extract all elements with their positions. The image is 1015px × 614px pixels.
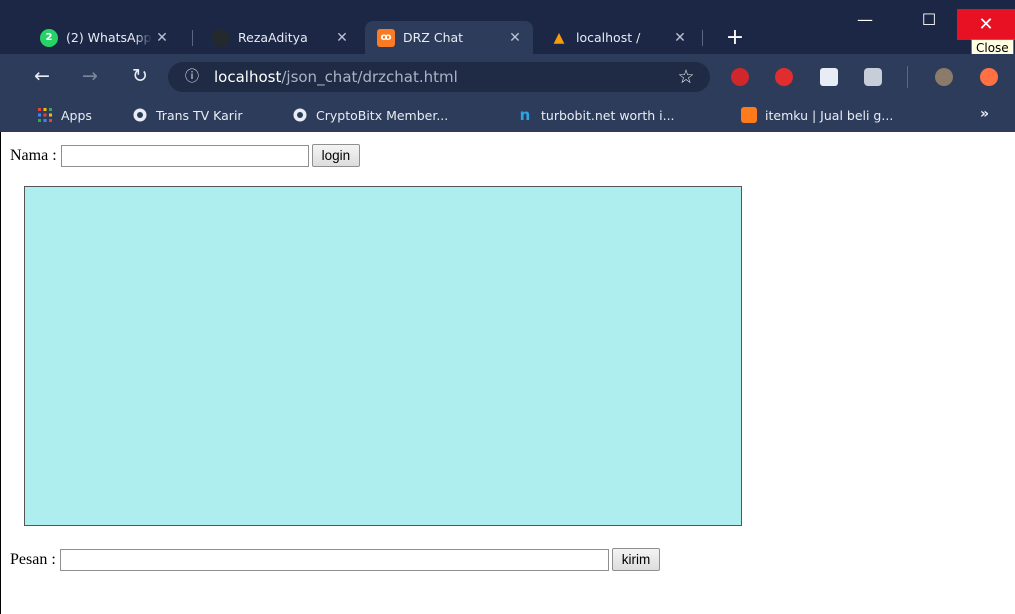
url-path: /json_chat/drzchat.html [281, 68, 458, 86]
tab-separator [702, 30, 703, 46]
phpmyadmin-icon: ▲ [553, 29, 565, 46]
send-button[interactable]: kirim [611, 548, 661, 571]
maximize-icon: ☐ [921, 10, 937, 29]
tab-whatsapp[interactable]: 2 (2) WhatsApp ✕ [28, 21, 180, 54]
url-host: localhost [214, 68, 282, 86]
bookmark-apps[interactable]: Apps [37, 105, 92, 125]
minimize-icon: — [857, 10, 873, 29]
url-text[interactable]: localhost/json_chat/drzchat.html [214, 68, 458, 86]
apps-grid-icon [37, 107, 53, 123]
new-tab-button[interactable]: + [722, 25, 748, 51]
tab-close-icon[interactable]: ✕ [152, 30, 172, 46]
tab-title: localhost / [576, 30, 641, 45]
bookmark-label: turbobit.net worth i... [541, 107, 675, 123]
bookmarks-overflow-button[interactable]: » [980, 106, 989, 122]
tab-strip: 2 (2) WhatsApp ✕ RezaAditya ✕ ꝏ DRZ Chat… [0, 0, 1015, 54]
globe-icon [132, 107, 148, 123]
bookmark-cryptobitx[interactable]: CryptoBitx Member... [292, 105, 448, 125]
minimize-button[interactable]: — [842, 6, 888, 34]
xampp-icon: ꝏ [377, 28, 395, 47]
tab-close-icon[interactable]: ✕ [670, 30, 690, 46]
tab-title: RezaAditya [238, 30, 308, 45]
reload-icon: ↻ [132, 65, 148, 87]
extension-icon-4[interactable] [864, 68, 882, 86]
extension-icon-1[interactable] [731, 68, 749, 86]
extension-cube-icon[interactable] [820, 68, 838, 86]
adblock-icon[interactable] [775, 68, 793, 86]
update-icon[interactable] [980, 68, 998, 86]
tab-github[interactable]: RezaAditya ✕ [200, 21, 360, 54]
tab-close-icon[interactable]: ✕ [505, 30, 525, 46]
tab-drz-chat[interactable]: ꝏ DRZ Chat ✕ [365, 21, 533, 54]
message-row: Pesan : kirim [10, 548, 661, 571]
bookmark-label: Apps [61, 107, 92, 123]
tab-close-icon[interactable]: ✕ [332, 30, 352, 46]
profile-avatar[interactable] [935, 68, 953, 86]
bookmark-turbobit[interactable]: n turbobit.net worth i... [517, 105, 675, 125]
name-label: Nama : [10, 146, 57, 164]
maximize-button[interactable]: ☐ [906, 6, 952, 34]
back-arrow-icon: ← [34, 65, 50, 87]
message-label: Pesan : [10, 550, 56, 568]
reload-button[interactable]: ↻ [128, 64, 152, 88]
toolbar-separator [907, 66, 908, 88]
forward-arrow-icon: → [82, 65, 98, 87]
login-row: Nama : login [10, 144, 361, 167]
login-button[interactable]: login [311, 144, 361, 167]
bookmark-star-icon[interactable]: ☆ [673, 64, 699, 90]
tab-localhost[interactable]: ▲ localhost / ✕ [538, 21, 698, 54]
github-icon [212, 28, 230, 47]
globe-icon [292, 107, 308, 123]
chat-messages-area [24, 186, 742, 526]
message-input[interactable] [59, 548, 609, 571]
bookmark-label: itemku | Jual beli g... [765, 107, 894, 123]
bookmark-label: CryptoBitx Member... [316, 107, 449, 123]
whatsapp-icon: 2 [40, 28, 58, 47]
page-content: Nama : login Pesan : kirim [0, 132, 1015, 614]
itemku-icon [741, 107, 757, 123]
tab-title: (2) WhatsApp [66, 30, 152, 45]
bookmark-itemku[interactable]: itemku | Jual beli g... [741, 105, 893, 125]
back-button[interactable]: ← [30, 64, 54, 88]
tab-title: DRZ Chat [403, 30, 464, 45]
name-input[interactable] [60, 144, 309, 167]
close-icon: ✕ [978, 14, 994, 35]
bookmark-trans-tv-karir[interactable]: Trans TV Karir [132, 105, 243, 125]
window-close-button[interactable]: ✕ [957, 9, 1015, 40]
turbobit-icon: n [519, 106, 531, 124]
tab-separator [192, 30, 193, 46]
bookmark-label: Trans TV Karir [156, 107, 243, 123]
site-info-icon[interactable]: ⓘ [182, 67, 202, 87]
forward-button[interactable]: → [78, 64, 102, 88]
